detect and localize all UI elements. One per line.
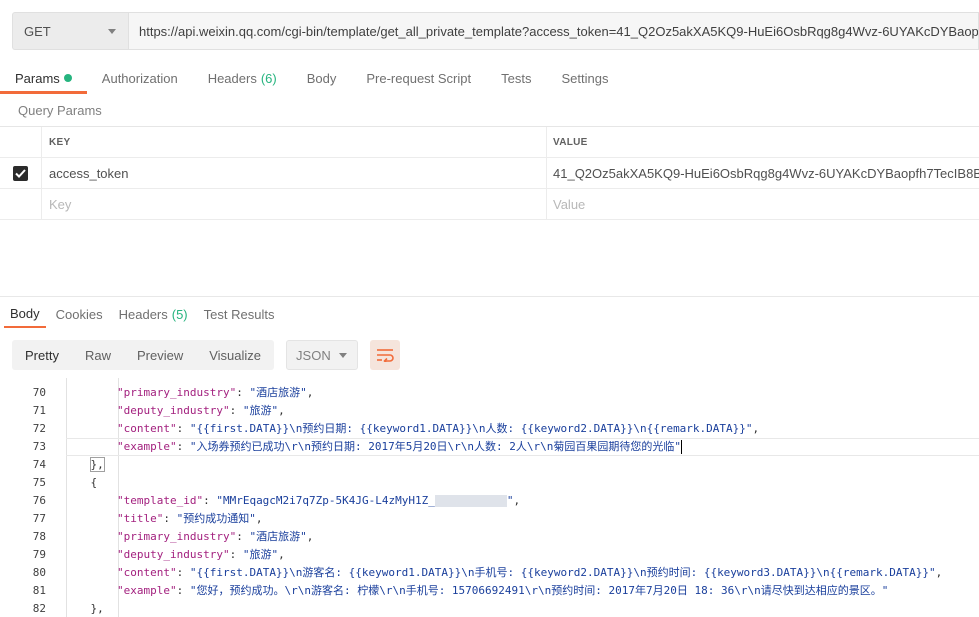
format-select[interactable]: JSON bbox=[286, 340, 359, 370]
tab-authorization[interactable]: Authorization bbox=[87, 62, 193, 94]
line-number: 71 bbox=[32, 404, 46, 417]
active-dot-icon bbox=[63, 74, 72, 82]
tab-headers[interactable]: Headers (6) bbox=[193, 62, 292, 94]
code-text: "deputy_industry": "旅游", bbox=[116, 548, 285, 561]
chevron-down-icon bbox=[339, 352, 348, 358]
code-text: }, bbox=[89, 457, 105, 472]
code-text: "title": "预约成功通知", bbox=[116, 512, 263, 525]
line-number: 76 bbox=[32, 494, 46, 507]
code-line: 80 "content": "{{first.DATA}}\n游客名: {{ke… bbox=[0, 564, 979, 582]
pretty-button[interactable]: Pretty bbox=[12, 340, 72, 370]
raw-button[interactable]: Raw bbox=[72, 340, 124, 370]
param-enabled-checkbox[interactable] bbox=[13, 165, 28, 181]
code-text: "template_id": "MMrEqagcM2i7q7Zp-5K4JG-L… bbox=[116, 494, 521, 507]
code-line: 78 "primary_industry": "酒店旅游", bbox=[0, 528, 979, 546]
query-params-heading: Query Params bbox=[18, 103, 102, 118]
tab-response-headers-label: Headers bbox=[118, 306, 168, 322]
tab-settings[interactable]: Settings bbox=[546, 62, 623, 94]
checkmark-icon bbox=[15, 168, 26, 178]
code-text: "deputy_industry": "旅游", bbox=[116, 404, 285, 417]
params-table: KEY VALUE access_token 41_Q2Oz5akXA5KQ9-… bbox=[0, 126, 979, 220]
code-line: 79 "deputy_industry": "旅游", bbox=[0, 546, 979, 564]
code-text: { bbox=[90, 476, 98, 489]
line-number: 70 bbox=[32, 386, 46, 399]
value-column-header: VALUE bbox=[553, 136, 588, 148]
new-key-field[interactable]: Key bbox=[42, 189, 547, 219]
method-label: GET bbox=[24, 23, 51, 39]
tab-response-headers-count: (5) bbox=[171, 306, 188, 322]
tab-params-label: Params bbox=[15, 70, 60, 86]
line-number: 82 bbox=[32, 602, 46, 615]
line-number: 80 bbox=[32, 566, 46, 579]
format-toolbar: Pretty Raw Preview Visualize JSON bbox=[12, 340, 401, 370]
code-line: 72 "content": "{{first.DATA}}\n预约日期: {{k… bbox=[0, 420, 979, 438]
tab-response-body[interactable]: Body bbox=[4, 300, 46, 328]
key-column-header: KEY bbox=[42, 127, 547, 157]
param-value-field[interactable]: 41_Q2Oz5akXA5KQ9-HuEi6OsbRqg8g4Wvz-6UYAK… bbox=[547, 158, 979, 188]
line-number: 77 bbox=[32, 512, 46, 525]
code-line: 81 "example": "您好，预约成功。\r\n游客名: 柠檬\r\n手机… bbox=[0, 582, 979, 600]
line-number: 74 bbox=[32, 458, 46, 471]
code-line: 75 { bbox=[0, 474, 979, 492]
line-number: 72 bbox=[32, 422, 46, 435]
request-tabs: Params Authorization Headers (6) Body Pre… bbox=[0, 62, 979, 94]
line-number: 75 bbox=[32, 476, 46, 489]
format-select-label: JSON bbox=[296, 347, 331, 363]
tab-test-results[interactable]: Test Results bbox=[198, 300, 281, 328]
tab-response-body-label: Body bbox=[10, 305, 40, 321]
param-key-field[interactable]: access_token bbox=[42, 158, 547, 188]
line-number: 81 bbox=[32, 584, 46, 597]
visualize-button[interactable]: Visualize bbox=[196, 340, 274, 370]
url-input[interactable]: https://api.weixin.qq.com/cgi-bin/templa… bbox=[128, 12, 979, 50]
tab-body-label: Body bbox=[306, 70, 337, 86]
tab-headers-count: (6) bbox=[260, 70, 277, 86]
request-bar: GET https://api.weixin.qq.com/cgi-bin/te… bbox=[12, 12, 979, 50]
line-number: 79 bbox=[32, 548, 46, 561]
code-text: "example": "您好，预约成功。\r\n游客名: 柠檬\r\n手机号: … bbox=[116, 584, 889, 597]
tab-response-headers[interactable]: Headers (5) bbox=[113, 300, 194, 328]
tab-settings-label: Settings bbox=[561, 70, 609, 86]
code-text: }, bbox=[90, 602, 104, 615]
view-mode-group: Pretty Raw Preview Visualize bbox=[12, 340, 275, 370]
table-row-new: Key Value bbox=[0, 189, 979, 220]
tab-tests[interactable]: Tests bbox=[486, 62, 546, 94]
code-line: 74 }, bbox=[0, 456, 979, 474]
code-text: "primary_industry": "酒店旅游", bbox=[116, 530, 314, 543]
section-divider bbox=[0, 296, 979, 297]
code-line: 73 "example": "入场券预约已成功\r\n预约日期: 2017年5月… bbox=[0, 438, 979, 456]
tab-cookies[interactable]: Cookies bbox=[50, 300, 109, 328]
tab-test-results-label: Test Results bbox=[203, 306, 275, 322]
code-text: "content": "{{first.DATA}}\n预约日期: {{keyw… bbox=[116, 422, 760, 435]
code-line: 82 }, bbox=[0, 600, 979, 617]
table-row: access_token 41_Q2Oz5akXA5KQ9-HuEi6OsbRq… bbox=[0, 158, 979, 189]
code-text: "primary_industry": "酒店旅游", bbox=[116, 386, 314, 399]
code-line: 77 "title": "预约成功通知", bbox=[0, 510, 979, 528]
tab-pre-request-script[interactable]: Pre-request Script bbox=[351, 62, 486, 94]
tab-body[interactable]: Body bbox=[292, 62, 352, 94]
tab-headers-label: Headers bbox=[207, 70, 257, 86]
response-body-editor[interactable]: 70 "primary_industry": "酒店旅游", 71 "deputy… bbox=[0, 378, 979, 617]
method-select[interactable]: GET bbox=[12, 12, 128, 50]
response-tabs: Body Cookies Headers (5) Test Results bbox=[0, 300, 284, 328]
line-number: 78 bbox=[32, 530, 46, 543]
tab-cookies-label: Cookies bbox=[55, 306, 103, 322]
tab-tests-label: Tests bbox=[501, 70, 532, 86]
code-text: "content": "{{first.DATA}}\n游客名: {{keywo… bbox=[116, 566, 943, 579]
wrap-lines-button[interactable] bbox=[370, 340, 401, 370]
line-number: 73 bbox=[32, 440, 46, 453]
tab-params[interactable]: Params bbox=[0, 62, 87, 94]
code-line: 70 "primary_industry": "酒店旅游", bbox=[0, 384, 979, 402]
text-cursor bbox=[681, 440, 683, 454]
chevron-down-icon bbox=[108, 28, 116, 34]
preview-button[interactable]: Preview bbox=[124, 340, 196, 370]
tab-pre-request-script-label: Pre-request Script bbox=[366, 70, 472, 86]
new-value-field[interactable]: Value bbox=[547, 189, 979, 219]
params-header-row: KEY VALUE bbox=[0, 127, 979, 158]
code-line: 71 "deputy_industry": "旅游", bbox=[0, 402, 979, 420]
wrap-lines-icon bbox=[377, 349, 394, 362]
redacted-block bbox=[434, 495, 507, 507]
tab-authorization-label: Authorization bbox=[101, 70, 178, 86]
code-text: "example": "入场券预约已成功\r\n预约日期: 2017年5月20日… bbox=[116, 440, 683, 454]
code-line: 76 "template_id": "MMrEqagcM2i7q7Zp-5K4J… bbox=[0, 492, 979, 510]
